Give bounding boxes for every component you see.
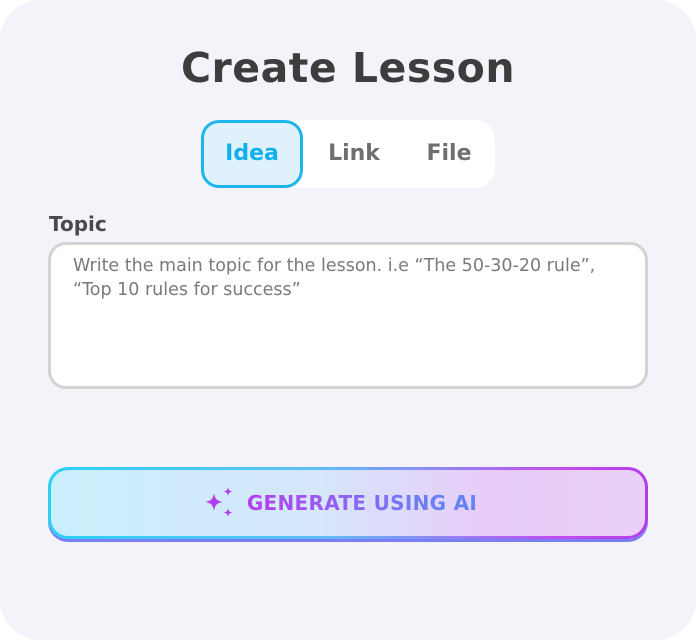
topic-input[interactable]: [48, 242, 648, 389]
sparkles-icon: [204, 487, 233, 517]
page-title: Create Lesson: [180, 44, 516, 92]
create-lesson-card: Create Lesson Idea Link File Topic GENER…: [0, 0, 696, 640]
generate-button-label: GENERATE USING AI: [246, 491, 478, 515]
tab-link[interactable]: Link: [311, 120, 397, 188]
tab-idea[interactable]: Idea: [201, 120, 303, 188]
topic-label: Topic: [49, 212, 107, 236]
generate-using-ai-button[interactable]: GENERATE USING AI: [48, 467, 648, 539]
tab-file[interactable]: File: [407, 120, 491, 188]
source-tabs: Idea Link File: [201, 120, 495, 188]
